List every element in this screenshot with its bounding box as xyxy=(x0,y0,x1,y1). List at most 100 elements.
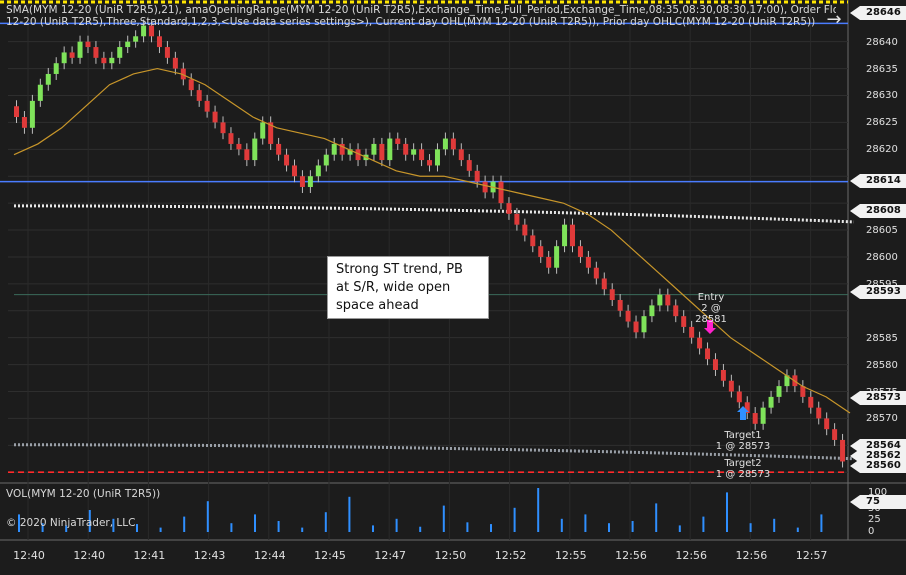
candle-body xyxy=(323,154,329,166)
candle-body xyxy=(776,386,782,397)
candle-body xyxy=(593,267,599,279)
volume-bar xyxy=(206,501,209,532)
candle-body xyxy=(220,122,226,134)
volume-bar xyxy=(466,522,469,532)
volume-bar xyxy=(584,514,587,532)
candle-body xyxy=(284,154,290,166)
candle-body xyxy=(530,235,536,247)
volume-bar xyxy=(324,512,327,532)
price-tick-label: 28635 xyxy=(866,63,898,75)
candle-body xyxy=(546,256,552,268)
candle-body xyxy=(689,326,695,338)
entry-detail: 2 @ 28581 xyxy=(695,303,727,325)
volume-bar xyxy=(726,492,728,532)
candle-body xyxy=(673,305,679,317)
volume-bar xyxy=(702,516,705,532)
volume-bar xyxy=(442,505,445,532)
volume-bar xyxy=(608,523,610,532)
volume-panel-title: VOL(MYM 12-20 (UniR T2R5)) xyxy=(6,488,161,500)
time-tick-label: 12:40 xyxy=(13,549,45,562)
volume-current-tag: 75 xyxy=(850,495,906,509)
candle-body xyxy=(538,246,544,257)
candle-body xyxy=(188,79,194,91)
price-tick-label: 28625 xyxy=(866,117,898,129)
price-tick-label: 28580 xyxy=(866,359,898,371)
chart-window: SMA(MYM 12-20 (UniR T2R5),21), amaOpenin… xyxy=(0,0,906,575)
entry-label[interactable]: Entry 2 @ 28581 xyxy=(686,292,736,325)
candle-body xyxy=(228,133,234,144)
price-tick-label: 28570 xyxy=(866,413,898,425)
candle-body xyxy=(292,165,297,177)
candle-body xyxy=(450,138,456,150)
candle-body xyxy=(585,256,591,268)
candle-body xyxy=(720,369,726,381)
candle-body xyxy=(641,316,647,333)
time-tick-label: 12:56 xyxy=(735,549,768,562)
price-tick-label: 28620 xyxy=(866,144,898,156)
time-tick-label: 12:45 xyxy=(314,549,346,562)
entry-title: Entry xyxy=(697,292,725,303)
candle-body xyxy=(93,47,99,58)
candle-body xyxy=(411,149,417,155)
candle-body xyxy=(331,143,337,155)
volume-bar xyxy=(513,507,516,532)
volume-bar xyxy=(254,514,256,532)
price-tag: 28646 xyxy=(850,6,906,20)
candle-body xyxy=(379,143,385,161)
candle-body xyxy=(419,149,425,161)
candle-body xyxy=(196,90,202,101)
candle-body xyxy=(101,57,107,64)
candle-body xyxy=(609,289,615,301)
volume-bar xyxy=(490,524,492,532)
volume-bar xyxy=(678,525,681,532)
chart-annotation[interactable]: Strong ST trend, PB at S/R, wide open sp… xyxy=(327,256,489,319)
candle-body xyxy=(824,418,830,430)
candle-body xyxy=(395,138,401,144)
price-tick-label: 28630 xyxy=(866,90,898,102)
candle-body xyxy=(434,149,440,166)
candle-body xyxy=(570,224,575,247)
candle-body xyxy=(554,246,560,268)
candle-body xyxy=(625,310,631,322)
candle-body xyxy=(53,63,59,74)
scroll-right-arrow-icon[interactable]: → xyxy=(820,10,848,30)
candle-body xyxy=(77,41,83,58)
target1-label[interactable]: Target1 1 @ 28573 xyxy=(714,430,772,452)
candle-body xyxy=(442,138,448,150)
candle-body xyxy=(466,160,472,171)
volume-bar xyxy=(277,521,280,532)
volume-bar xyxy=(395,518,398,532)
candle-body xyxy=(697,337,703,349)
candle-body xyxy=(498,181,504,204)
candle-body xyxy=(728,380,734,392)
candle-body xyxy=(371,143,377,155)
time-tick-label: 12:52 xyxy=(494,549,527,562)
candle-body xyxy=(164,47,170,58)
volume-bar xyxy=(419,526,422,532)
candle-body xyxy=(665,294,671,306)
candle-body xyxy=(109,57,115,64)
volume-bar xyxy=(537,488,540,532)
candle-body xyxy=(617,300,623,311)
price-tag: 28614 xyxy=(850,174,906,188)
price-tag: 28608 xyxy=(850,204,906,218)
volume-bar xyxy=(159,527,162,532)
candle-body xyxy=(14,106,19,118)
candle-body xyxy=(125,41,131,48)
candle-body xyxy=(816,407,822,419)
candle-body xyxy=(458,149,464,161)
candle-body xyxy=(244,149,250,161)
volume-bar xyxy=(773,518,776,532)
candle-body xyxy=(514,213,520,225)
target2-label[interactable]: Target2 1 @ 28573 xyxy=(714,458,772,480)
volume-bar xyxy=(348,496,351,532)
candle-body xyxy=(299,176,305,187)
candle-body xyxy=(69,52,75,58)
price-tag: 28560 xyxy=(850,459,906,473)
candle-body xyxy=(712,359,718,370)
candle-body xyxy=(45,73,51,85)
time-tick-label: 12:41 xyxy=(133,549,166,562)
candle-body xyxy=(315,165,321,177)
target2-detail: 1 @ 28573 xyxy=(715,469,771,480)
time-tick-label: 12:44 xyxy=(253,549,286,562)
